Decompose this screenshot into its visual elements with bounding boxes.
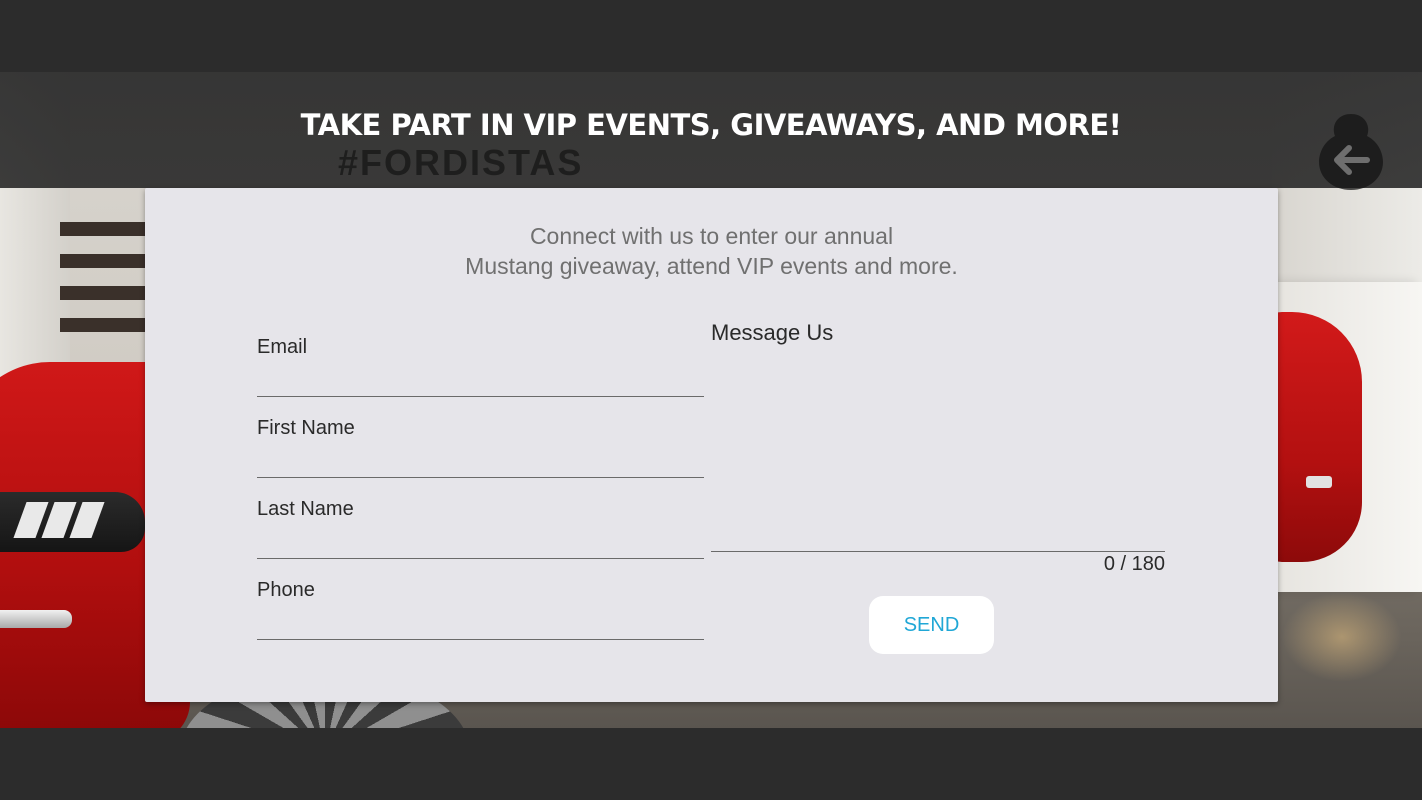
page-title: TAKE PART IN VIP EVENTS, GIVEAWAYS, AND … [300,108,1122,142]
email-field[interactable]: Email [257,336,704,397]
letterbox-top [0,0,1422,72]
email-label: Email [257,336,308,358]
car-right-vent [1306,476,1332,488]
phone-label: Phone [257,579,315,601]
header-banner: #FORDISTAS TAKE PART IN VIP EVENTS, GIVE… [0,72,1422,188]
message-label: Message Us [711,320,834,345]
form-intro: Connect with us to enter our annual Must… [145,221,1278,281]
back-button[interactable] [1317,112,1385,192]
background-shelf [60,222,150,236]
background-shelf [60,286,150,300]
phone-input[interactable] [257,609,704,635]
first-name-label: First Name [257,417,355,439]
phone-field[interactable]: Phone [257,579,704,640]
intro-line: Mustang giveaway, attend VIP events and … [465,253,958,279]
first-name-input[interactable] [257,447,704,473]
message-textarea[interactable] [711,358,1165,543]
intro-line: Connect with us to enter our annual [529,223,894,249]
message-char-counter: 0 / 180 [1103,553,1165,575]
letterbox-bottom [0,728,1422,800]
signup-form-card: Connect with us to enter our annual Must… [145,188,1278,702]
last-name-label: Last Name [257,498,354,520]
background-shelf [60,254,150,268]
email-input[interactable] [257,366,704,392]
send-button[interactable]: SEND [869,596,994,654]
back-arrow-icon [1319,114,1383,190]
background-shelf [60,318,150,332]
first-name-field[interactable]: First Name [257,417,704,478]
car-chrome-strip [0,610,72,628]
last-name-field[interactable]: Last Name [257,498,704,559]
message-field[interactable]: Message Us [711,320,1165,552]
floor-stain [1282,592,1402,682]
background-hashtag-text: #FORDISTAS [338,142,584,183]
last-name-input[interactable] [257,528,704,554]
